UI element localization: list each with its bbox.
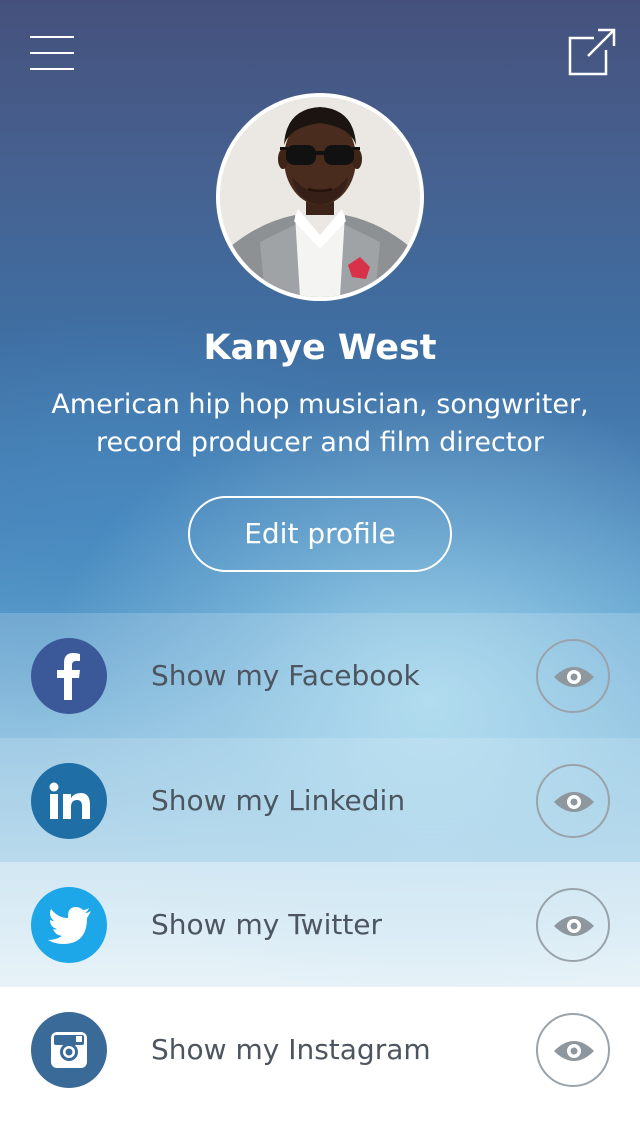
social-row-twitter[interactable]: Show my Twitter bbox=[0, 862, 640, 987]
social-label-instagram: Show my Instagram bbox=[151, 1033, 431, 1066]
edit-profile-button[interactable]: Edit profile bbox=[188, 496, 452, 572]
visibility-toggle-linkedin[interactable] bbox=[536, 764, 610, 838]
menu-icon-bar bbox=[30, 36, 74, 38]
visibility-toggle-twitter[interactable] bbox=[536, 888, 610, 962]
external-share-icon bbox=[568, 28, 616, 76]
social-row-facebook[interactable]: Show my Facebook bbox=[0, 613, 640, 738]
avatar bbox=[216, 93, 424, 301]
eye-icon bbox=[554, 916, 594, 936]
visibility-toggle-facebook[interactable] bbox=[536, 639, 610, 713]
menu-icon-bar bbox=[30, 52, 74, 54]
eye-icon bbox=[554, 1041, 594, 1061]
profile-screen: Kanye West American hip hop musician, so… bbox=[0, 0, 640, 1136]
linkedin-icon bbox=[31, 763, 107, 839]
social-label-twitter: Show my Twitter bbox=[151, 908, 383, 941]
profile-name: Kanye West bbox=[203, 328, 437, 368]
social-row-linkedin[interactable]: Show my Linkedin bbox=[0, 738, 640, 862]
twitter-icon bbox=[31, 887, 107, 963]
social-list: Show my Facebook Show my Linkedin Show m… bbox=[0, 613, 640, 1136]
menu-button[interactable] bbox=[30, 36, 74, 72]
social-row-instagram[interactable]: Show my Instagram bbox=[0, 987, 640, 1136]
share-button[interactable] bbox=[568, 28, 616, 76]
eye-icon bbox=[554, 667, 594, 687]
profile-bio: American hip hop musician, songwriter, r… bbox=[51, 389, 589, 458]
menu-icon-bar bbox=[30, 68, 74, 70]
profile-photo bbox=[220, 97, 420, 297]
eye-icon bbox=[554, 792, 594, 812]
social-label-linkedin: Show my Linkedin bbox=[151, 784, 406, 817]
facebook-icon bbox=[31, 638, 107, 714]
visibility-toggle-instagram[interactable] bbox=[536, 1013, 610, 1087]
social-label-facebook: Show my Facebook bbox=[151, 659, 420, 692]
instagram-icon bbox=[31, 1012, 107, 1088]
